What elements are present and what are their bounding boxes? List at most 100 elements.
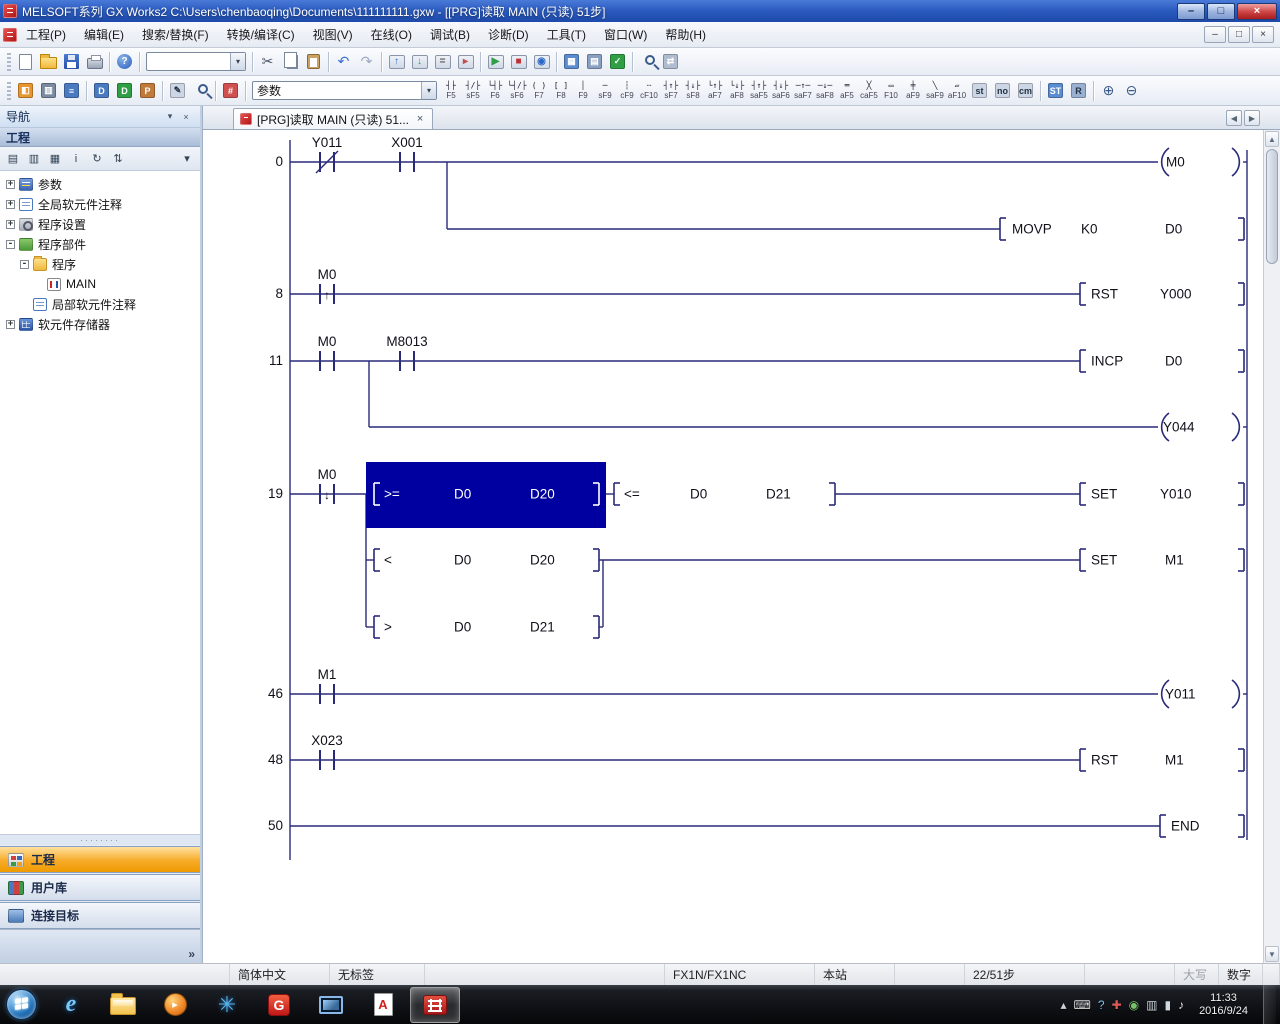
tree-expander-icon[interactable]: - bbox=[20, 260, 29, 269]
device-label[interactable]: X023 bbox=[311, 733, 343, 748]
instruction-text[interactable]: < bbox=[384, 553, 392, 568]
more-views-button[interactable]: » bbox=[188, 947, 195, 961]
navigation-pin-icon[interactable]: ▾ bbox=[162, 109, 178, 124]
docking-window-button[interactable]: ▥ bbox=[37, 79, 60, 102]
tree-expander-icon[interactable]: + bbox=[6, 320, 15, 329]
instruction-text[interactable]: RST bbox=[1091, 753, 1118, 768]
ladder-symbol-button-saF6[interactable]: ┤↓├saF6 bbox=[770, 77, 792, 104]
device-comment-display-button[interactable]: D bbox=[90, 79, 113, 102]
ladder-editor-canvas[interactable]: 0Y011X001M0MOVPK0D08↑M0RSTY00011M0M8013I… bbox=[203, 130, 1280, 963]
ladder-logic-test-button[interactable]: # bbox=[219, 79, 242, 102]
tree-expander-icon[interactable]: - bbox=[6, 240, 15, 249]
verify-with-plc-button[interactable]: = bbox=[431, 50, 454, 73]
comment-display-button[interactable]: cm bbox=[1014, 79, 1037, 102]
ladder-symbol-button-aF7[interactable]: └↑├aF7 bbox=[704, 77, 726, 104]
tree-item-pou[interactable]: -程序部件 bbox=[0, 234, 200, 254]
instruction-text[interactable]: D0 bbox=[454, 553, 471, 568]
copy-button[interactable] bbox=[279, 50, 302, 73]
scrollbar-track[interactable] bbox=[1264, 265, 1280, 945]
instruction-text[interactable]: D21 bbox=[766, 487, 791, 502]
window-display-combo[interactable]: ▾ bbox=[146, 52, 246, 71]
taskbar-tool-blue[interactable]: ✳ bbox=[202, 987, 252, 1023]
ladder-symbol-button-saF7[interactable]: ─↑─saF7 bbox=[792, 77, 814, 104]
instruction-text[interactable]: <= bbox=[624, 487, 640, 502]
device-label[interactable]: M0 bbox=[318, 467, 337, 482]
ladder-symbol-button-F10[interactable]: ▭F10 bbox=[880, 77, 902, 104]
ladder-symbol-button-sF5[interactable]: ┤/├sF5 bbox=[462, 77, 484, 104]
instruction-text[interactable]: > bbox=[384, 620, 392, 635]
coil-label[interactable]: Y044 bbox=[1163, 420, 1195, 435]
device-label[interactable]: X001 bbox=[391, 135, 423, 150]
instruction-text[interactable]: RST bbox=[1091, 287, 1118, 302]
vertical-scrollbar[interactable]: ▲ ▼ bbox=[1263, 130, 1280, 963]
taskbar-gx-works2[interactable] bbox=[410, 987, 460, 1023]
start-monitor-button[interactable]: ▶ bbox=[484, 50, 507, 73]
instruction-text[interactable]: M1 bbox=[1165, 553, 1184, 568]
ladder-symbol-button-F5[interactable]: ┤├F5 bbox=[440, 77, 462, 104]
instruction-text[interactable]: M1 bbox=[1165, 753, 1184, 768]
device-label-display-button[interactable]: D bbox=[113, 79, 136, 102]
instruction-text[interactable]: D20 bbox=[530, 487, 555, 502]
redo-button[interactable]: ↷ bbox=[355, 50, 378, 73]
new-project-button[interactable] bbox=[14, 50, 37, 73]
tree-expander-icon[interactable]: + bbox=[6, 220, 15, 229]
tree-item-program-setting[interactable]: +程序设置 bbox=[0, 214, 200, 234]
taskbar-media-player[interactable]: ▸ bbox=[150, 987, 200, 1023]
ladder-target-combo-dropdown-icon[interactable]: ▾ bbox=[421, 82, 436, 99]
device-label[interactable]: M8013 bbox=[386, 334, 427, 349]
statement-display-button[interactable]: st bbox=[968, 79, 991, 102]
instruction-text[interactable]: D0 bbox=[690, 487, 707, 502]
instruction-text[interactable]: D20 bbox=[530, 553, 555, 568]
device-label[interactable]: M1 bbox=[318, 667, 337, 682]
device-label[interactable]: M0 bbox=[318, 334, 337, 349]
mdi-document-icon[interactable] bbox=[3, 28, 17, 42]
tree-item-parameter[interactable]: +参数 bbox=[0, 174, 200, 194]
inline-st-button[interactable]: ST bbox=[1044, 79, 1067, 102]
ime-keyboard-icon[interactable]: ⌨ bbox=[1074, 998, 1091, 1012]
instruction-text[interactable]: >= bbox=[384, 487, 400, 502]
device-label[interactable]: Y011 bbox=[312, 135, 343, 150]
read-from-plc-button[interactable]: ↓ bbox=[408, 50, 431, 73]
mdi-restore-button[interactable]: □ bbox=[1228, 26, 1250, 43]
project-tree-button[interactable]: ◧ bbox=[14, 79, 37, 102]
title-bar[interactable]: MELSOFT系列 GX Works2 C:\Users\chenbaoqing… bbox=[0, 0, 1280, 22]
coil-label[interactable]: M0 bbox=[1166, 155, 1185, 170]
instruction-text[interactable]: D21 bbox=[530, 620, 555, 635]
menu-find-replace[interactable]: 搜索/替换(F) bbox=[133, 22, 218, 47]
ladder-symbol-button-F8[interactable]: [ ]F8 bbox=[550, 77, 572, 104]
print-button[interactable] bbox=[83, 50, 106, 73]
ladder-symbol-button-aF9[interactable]: ╪aF9 bbox=[902, 77, 924, 104]
hidden-icons-button[interactable]: ▴ bbox=[1061, 998, 1067, 1012]
instruction-text[interactable]: D0 bbox=[1165, 354, 1182, 369]
find-device-button[interactable] bbox=[189, 79, 212, 102]
ladder-symbol-button-F9[interactable]: │F9 bbox=[572, 77, 594, 104]
stop-monitor-button[interactable]: ■ bbox=[507, 50, 530, 73]
tab-main-program[interactable]: [PRG]读取 MAIN (只读) 51... × bbox=[233, 108, 433, 129]
menu-debug[interactable]: 调试(B) bbox=[421, 22, 479, 47]
instruction-text[interactable]: D0 bbox=[454, 487, 471, 502]
toolbar-grip[interactable] bbox=[7, 53, 11, 71]
instruction-text[interactable]: INCP bbox=[1091, 354, 1123, 369]
menu-window[interactable]: 窗口(W) bbox=[595, 22, 656, 47]
nav-refresh-button[interactable]: ↻ bbox=[87, 149, 107, 169]
zoom-in-button[interactable]: ⊕ bbox=[1097, 79, 1120, 102]
connection-destination-button[interactable]: 连接目标 bbox=[0, 902, 200, 929]
taskbar-windows-explorer[interactable] bbox=[98, 987, 148, 1023]
cross-reference-button[interactable]: ⇄ bbox=[659, 50, 682, 73]
instruction-text[interactable]: K0 bbox=[1081, 222, 1098, 237]
ladder-symbol-button-sF8[interactable]: ┤↓├sF8 bbox=[682, 77, 704, 104]
coil-arc[interactable] bbox=[1232, 413, 1239, 441]
list-view-button[interactable]: ≡ bbox=[60, 79, 83, 102]
window-display-combo-dropdown-icon[interactable]: ▾ bbox=[230, 53, 245, 70]
mdi-close-button[interactable]: × bbox=[1252, 26, 1274, 43]
taskbar-app-g[interactable]: G bbox=[254, 987, 304, 1023]
instruction-text[interactable]: D0 bbox=[1165, 222, 1182, 237]
taskbar-remote-window[interactable] bbox=[306, 987, 356, 1023]
close-button[interactable]: × bbox=[1237, 3, 1277, 20]
nav-sort-button[interactable]: ⇅ bbox=[108, 149, 128, 169]
mdi-minimize-button[interactable]: – bbox=[1204, 26, 1226, 43]
ladder-target-combo[interactable]: 参数▾ bbox=[252, 81, 437, 100]
instruction-text[interactable]: D0 bbox=[454, 620, 471, 635]
cut-button[interactable]: ✂ bbox=[256, 50, 279, 73]
menu-diagnostics[interactable]: 诊断(D) bbox=[479, 22, 538, 47]
